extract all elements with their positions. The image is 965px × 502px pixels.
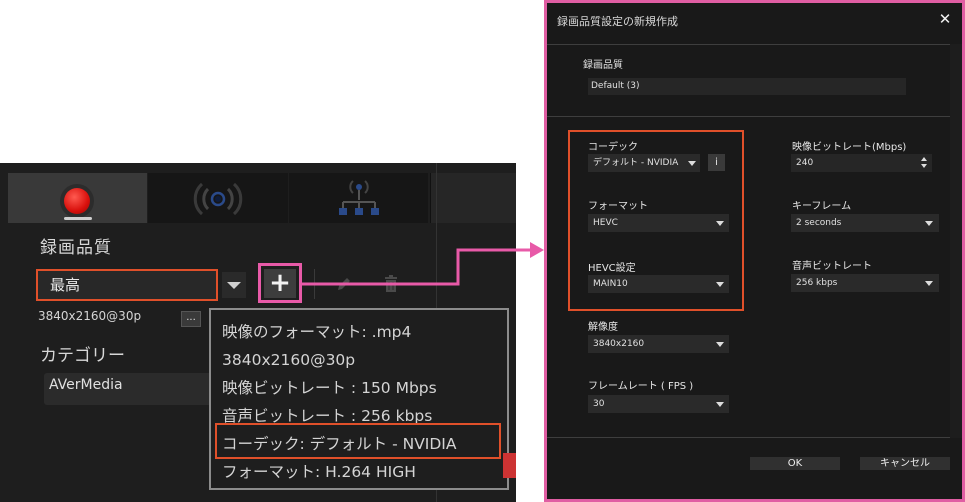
audio-bitrate-value: 256 kbps [796,278,838,288]
dialog-title: 録画品質設定の新規作成 [557,15,678,28]
audio-bitrate-label: 音声ビットレート [792,261,872,272]
resolution-select[interactable]: 3840x2160 [588,335,729,353]
framerate-select[interactable]: 30 [588,395,729,413]
dialog-titlebar: 録画品質設定の新規作成 ✕ [547,3,962,43]
divider [547,116,950,117]
chevron-down-icon [716,221,724,226]
format-label: フォーマット [588,201,648,212]
ok-button[interactable]: OK [750,457,840,470]
keyframe-value: 2 seconds [796,218,842,228]
resolution-value: 3840x2160 [593,339,645,349]
quality-name-input[interactable]: Default (3) [588,78,906,95]
tab-multistream[interactable] [288,173,428,223]
divider [547,44,950,45]
quality-name-label: 録画品質 [583,60,623,71]
keyframe-label: キーフレーム [792,201,852,212]
chevron-down-icon [716,342,724,347]
new-quality-dialog: 録画品質設定の新規作成 ✕ 録画品質 Default (3) コーデック デフォ… [547,3,962,499]
hevc-settings-value: MAIN10 [593,279,628,289]
chevron-down-icon [716,402,724,407]
video-bitrate-value: 240 [796,158,814,168]
tooltip-line: フォーマット: H.264 HIGH [222,463,416,481]
video-bitrate-label: 映像ビットレート(Mbps) [792,142,907,153]
quality-tooltip: 映像のフォーマット: .mp4 3840x2160@30p 映像ビットレート :… [209,308,509,490]
tab-stream[interactable] [148,173,288,223]
quality-select[interactable]: 最高 [36,269,218,301]
tooltip-line: 映像ビットレート : 150 Mbps [222,379,437,397]
mode-tabs [8,173,429,223]
resolution-label: 解像度 [588,322,618,333]
network-broadcast-icon [338,180,379,215]
divider [547,437,950,438]
add-quality-button[interactable]: + [264,269,296,298]
broadcast-icon [194,182,243,216]
record-icon [64,188,90,214]
format-value: HEVC [593,218,618,228]
pencil-icon[interactable] [330,271,356,297]
chevron-down-icon [688,161,696,166]
audio-bitrate-select[interactable]: 256 kbps [791,274,939,292]
chevron-down-icon [925,221,933,226]
tab-record[interactable] [8,173,148,223]
framerate-value: 30 [593,399,605,409]
hevc-settings-select[interactable]: MAIN10 [588,275,729,293]
resolution-text: 3840x2160@30p [38,309,142,323]
background-peek [503,453,516,478]
toolbar-divider [314,269,315,299]
trash-icon[interactable] [378,271,404,297]
close-icon[interactable]: ✕ [937,10,953,30]
chevron-down-icon[interactable] [222,272,246,298]
chevron-down-icon [925,281,933,286]
record-icon-base [64,217,92,220]
chevron-down-icon [716,282,724,287]
scrollbar[interactable] [950,44,962,438]
keyframe-select[interactable]: 2 seconds [791,214,939,232]
hevc-settings-label: HEVC設定 [588,263,636,274]
info-button[interactable]: i [708,154,725,171]
codec-value: デフォルト - NVIDIA [593,158,679,168]
recording-quality-label: 録画品質 [40,238,112,258]
format-select[interactable]: HEVC [588,214,729,232]
framerate-label: フレームレート ( FPS ) [588,381,694,392]
codec-label: コーデック [588,142,638,153]
tooltip-line: 3840x2160@30p [222,351,356,369]
spin-down-icon[interactable] [921,164,927,168]
more-button[interactable]: ... [181,311,201,327]
codec-select[interactable]: デフォルト - NVIDIA [588,154,700,172]
tooltip-line: 映像のフォーマット: .mp4 [222,323,412,341]
category-select[interactable]: AVerMedia [44,373,214,405]
cancel-button[interactable]: キャンセル [860,457,950,470]
codec-highlight-box [215,423,501,459]
video-bitrate-spinner[interactable]: 240 [791,154,932,172]
category-label: カテゴリー [40,346,125,366]
spin-up-icon[interactable] [921,157,927,161]
recording-panel: 録画品質 最高 + 3840x2160@30p ... カテゴリー AVerMe… [0,163,516,502]
tabs-filler [430,173,516,223]
